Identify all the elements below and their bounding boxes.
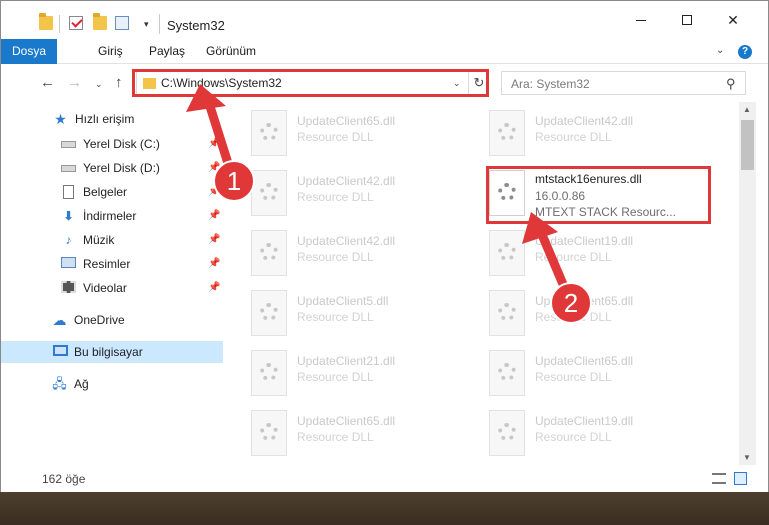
step-1-label: 1 bbox=[227, 166, 241, 196]
step-1-badge: 1 bbox=[213, 160, 255, 202]
step-2-label: 2 bbox=[564, 288, 578, 318]
step-2-arrow bbox=[522, 212, 573, 301]
annotation-overlay: 1 2 bbox=[186, 84, 592, 324]
step-2-badge: 2 bbox=[550, 282, 592, 324]
